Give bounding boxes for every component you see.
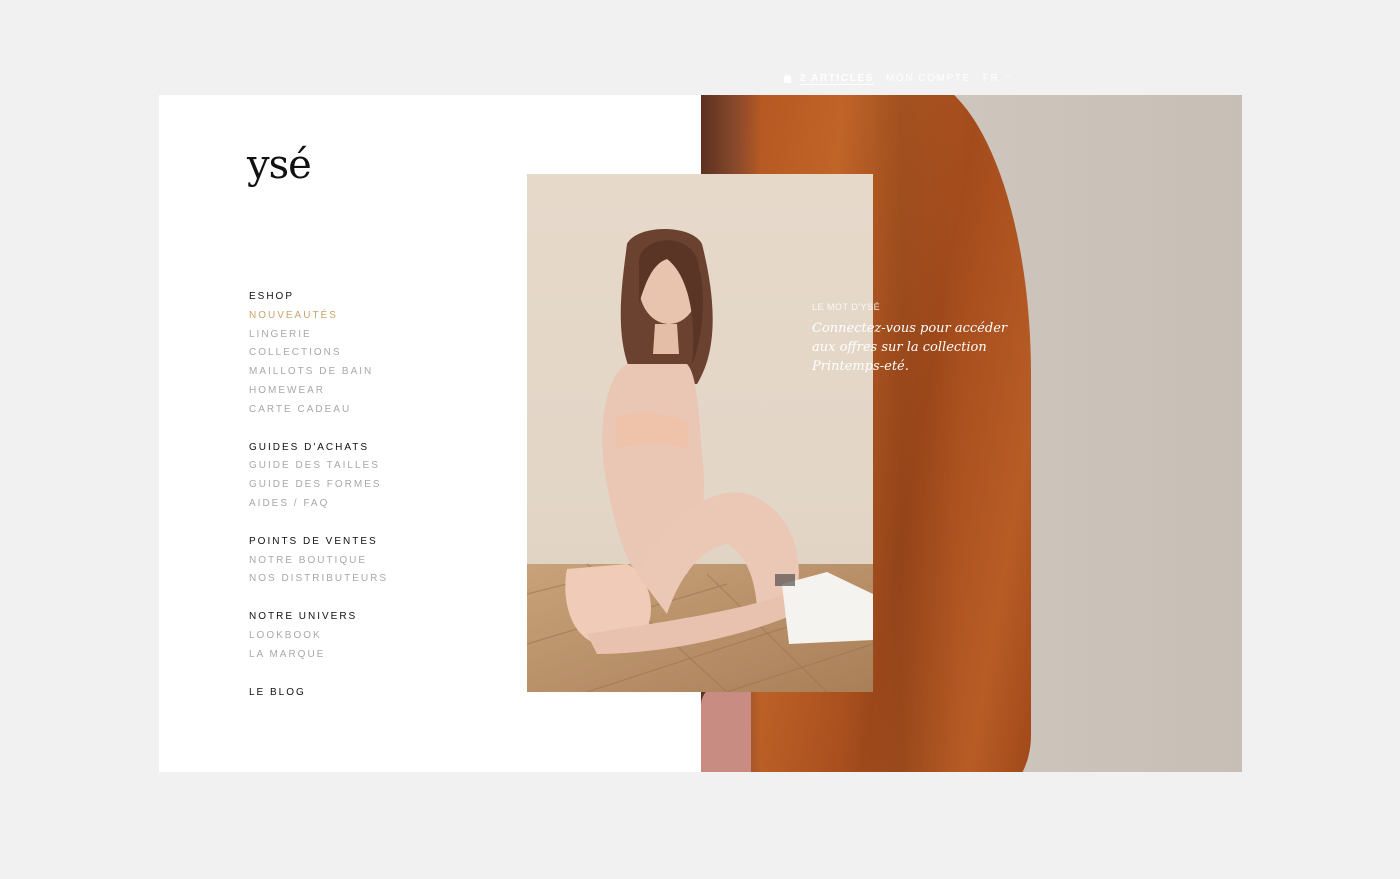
- nav-item-homewear[interactable]: HOMEWEAR: [249, 382, 388, 401]
- brand-logo[interactable]: ysé: [247, 145, 312, 185]
- model-illustration: [527, 229, 873, 692]
- nav-group-eshop: ESHOP NOUVEAUTÉS LINGERIE COLLECTIONS MA…: [249, 288, 388, 420]
- nav-group-blog: LE BLOG: [249, 684, 388, 703]
- nav-group-notre-univers: NOTRE UNIVERS LOOKBOOK LA MARQUE: [249, 608, 388, 664]
- quote-text[interactable]: Connectez-vous pour accéder aux offres s…: [812, 319, 1012, 376]
- nav-item-notre-boutique[interactable]: NOTRE BOUTIQUE: [249, 552, 388, 571]
- nav-group-points-de-ventes: POINTS DE VENTES NOTRE BOUTIQUE NOS DIST…: [249, 533, 388, 589]
- nav-item-guide-formes[interactable]: GUIDE DES FORMES: [249, 476, 388, 495]
- nav-item-guide-tailles[interactable]: GUIDE DES TAILLES: [249, 457, 388, 476]
- nav-item-carte-cadeau[interactable]: CARTE CADEAU: [249, 401, 388, 420]
- nav-heading-guides-achats[interactable]: GUIDES D'ACHATS: [249, 439, 388, 458]
- nav-item-nos-distributeurs[interactable]: NOS DISTRIBUTEURS: [249, 570, 388, 589]
- nav-heading-notre-univers[interactable]: NOTRE UNIVERS: [249, 608, 388, 627]
- nav-item-maillots-de-bain[interactable]: MAILLOTS DE BAIN: [249, 363, 388, 382]
- promo-quote: LE MOT D'YSÉ Connectez-vous pour accéder…: [812, 302, 1012, 376]
- nav-group-guides: GUIDES D'ACHATS GUIDE DES TAILLES GUIDE …: [249, 439, 388, 514]
- product-photo-lingerie: [527, 174, 873, 692]
- nav-item-collections[interactable]: COLLECTIONS: [249, 344, 388, 363]
- nav-heading-eshop[interactable]: ESHOP: [249, 288, 388, 307]
- chair-shape: [701, 685, 751, 772]
- page-frame: ysé ESHOP NOUVEAUTÉS LINGERIE COLLECTION…: [159, 95, 1242, 772]
- quote-label: LE MOT D'YSÉ: [812, 302, 881, 312]
- cart-link[interactable]: 2 ARTICLES: [800, 73, 874, 84]
- nav-item-lingerie[interactable]: LINGERIE: [249, 326, 388, 345]
- header-links: 2 ARTICLES MON COMPTE FR ˇ: [784, 73, 1012, 84]
- language-label: FR: [982, 73, 1000, 84]
- nav-item-la-marque[interactable]: LA MARQUE: [249, 646, 388, 665]
- nav-item-nouveautes[interactable]: NOUVEAUTÉS: [249, 307, 388, 326]
- shopping-bag-icon[interactable]: [784, 73, 791, 83]
- chevron-down-icon: ˇ: [1006, 74, 1013, 83]
- main-navigation: ESHOP NOUVEAUTÉS LINGERIE COLLECTIONS MA…: [249, 288, 388, 702]
- language-select[interactable]: FR ˇ: [983, 73, 1012, 84]
- nav-item-aides-faq[interactable]: AIDES / FAQ: [249, 495, 388, 514]
- nav-heading-points-de-ventes[interactable]: POINTS DE VENTES: [249, 533, 388, 552]
- nav-item-lookbook[interactable]: LOOKBOOK: [249, 627, 388, 646]
- nav-heading-le-blog[interactable]: LE BLOG: [249, 684, 388, 703]
- account-link[interactable]: MON COMPTE: [886, 73, 971, 84]
